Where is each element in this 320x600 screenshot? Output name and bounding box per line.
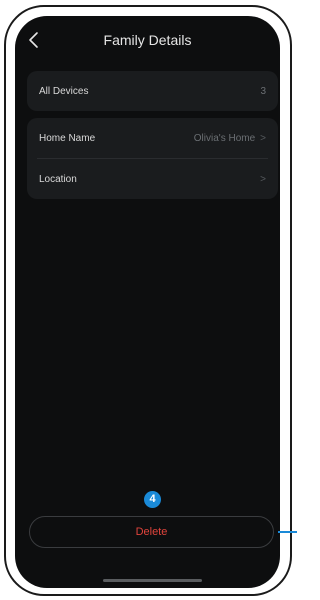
device-count: 3 bbox=[260, 85, 266, 97]
all-devices-row[interactable]: All Devices 3 bbox=[27, 71, 278, 111]
chevron-right-icon: > bbox=[260, 132, 266, 144]
home-indicator bbox=[103, 579, 202, 582]
home-name-row[interactable]: Home Name Olivia's Home > bbox=[27, 118, 278, 158]
step-number-badge: 4 bbox=[144, 491, 161, 508]
nav-bar: Family Details bbox=[15, 16, 280, 66]
chevron-right-icon: > bbox=[260, 173, 266, 185]
location-label: Location bbox=[39, 173, 77, 185]
all-devices-card[interactable]: All Devices 3 bbox=[27, 71, 278, 111]
home-info-card: Home Name Olivia's Home > Location > bbox=[27, 118, 278, 199]
all-devices-label: All Devices bbox=[39, 85, 89, 97]
app-screen: Family Details All Devices 3 Home Name O… bbox=[15, 16, 280, 588]
home-name-label: Home Name bbox=[39, 132, 96, 144]
page-title: Family Details bbox=[103, 32, 192, 48]
home-name-value: Olivia's Home bbox=[193, 132, 256, 144]
callout-line bbox=[278, 531, 297, 533]
location-row[interactable]: Location > bbox=[27, 159, 278, 199]
delete-button[interactable]: Delete bbox=[29, 516, 274, 548]
